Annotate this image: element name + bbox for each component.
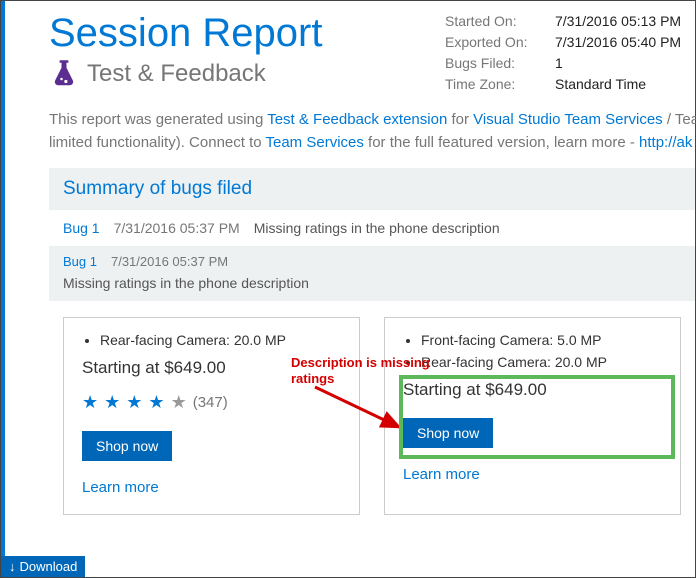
meta-exported-label: Exported On: (445, 32, 555, 53)
meta-exported-value: 7/31/2016 05:40 PM (555, 32, 681, 53)
link-vsts[interactable]: Visual Studio Team Services (473, 111, 663, 128)
star-empty-icon: ★ (171, 392, 187, 413)
bug-link[interactable]: Bug 1 (63, 220, 100, 236)
download-icon: ↓ (9, 559, 16, 574)
meta-tz-label: Time Zone: (445, 74, 555, 95)
meta-bugs-label: Bugs Filed: (445, 53, 555, 74)
spec-item: Front-facing Camera: 5.0 MP (421, 332, 662, 348)
price-right: Starting at $649.00 (403, 380, 662, 400)
spec-item: Rear-facing Camera: 20.0 MP (100, 332, 341, 348)
link-team-services[interactable]: Team Services (266, 134, 364, 151)
learn-more-link[interactable]: Learn more (403, 466, 662, 483)
star-icon: ★ (104, 392, 120, 413)
rating-row: ★ ★ ★ ★ ★ (347) (82, 392, 341, 413)
meta-table: Started On: 7/31/2016 05:13 PM Exported … (445, 11, 695, 95)
bug-detail-title: Missing ratings in the phone description (63, 275, 681, 291)
rating-count: (347) (193, 394, 228, 411)
star-icon: ★ (148, 392, 164, 413)
flask-icon (49, 59, 79, 89)
meta-tz-value: Standard Time (555, 74, 646, 95)
bug-title: Missing ratings in the phone description (254, 220, 500, 236)
shop-now-button[interactable]: Shop now (82, 431, 172, 461)
star-icon: ★ (126, 392, 142, 413)
download-button[interactable]: ↓ Download (1, 556, 85, 577)
star-icon: ★ (82, 392, 98, 413)
bug-detail-link[interactable]: Bug 1 (63, 254, 97, 269)
page-title: Session Report (49, 11, 445, 55)
summary-header: Summary of bugs filed (49, 168, 695, 210)
accent-edge (1, 1, 5, 577)
link-url[interactable]: http://ak (639, 134, 692, 151)
meta-started-label: Started On: (445, 11, 555, 32)
meta-bugs-value: 1 (555, 53, 563, 74)
bug-time: 7/31/2016 05:37 PM (114, 220, 240, 236)
meta-started-value: 7/31/2016 05:13 PM (555, 11, 681, 32)
link-extension[interactable]: Test & Feedback extension (267, 111, 447, 128)
shop-now-button[interactable]: Shop now (403, 418, 493, 448)
screenshot-area: Rear-facing Camera: 20.0 MP Starting at … (63, 317, 681, 515)
annotation-text: Description is missing ratings (291, 355, 441, 386)
product-panel-left: Rear-facing Camera: 20.0 MP Starting at … (63, 317, 360, 515)
bug-detail-header: Bug 1 7/31/2016 05:37 PM Missing ratings… (49, 246, 695, 301)
learn-more-link[interactable]: Learn more (82, 479, 341, 496)
product-panel-right: Front-facing Camera: 5.0 MP Rear-facing … (384, 317, 681, 515)
intro-text: This report was generated using Test & F… (49, 109, 695, 154)
bug-detail-time: 7/31/2016 05:37 PM (111, 254, 228, 269)
page-subtitle: Test & Feedback (87, 60, 266, 88)
spec-item: Rear-facing Camera: 20.0 MP (421, 354, 662, 370)
download-label: Download (20, 559, 78, 574)
